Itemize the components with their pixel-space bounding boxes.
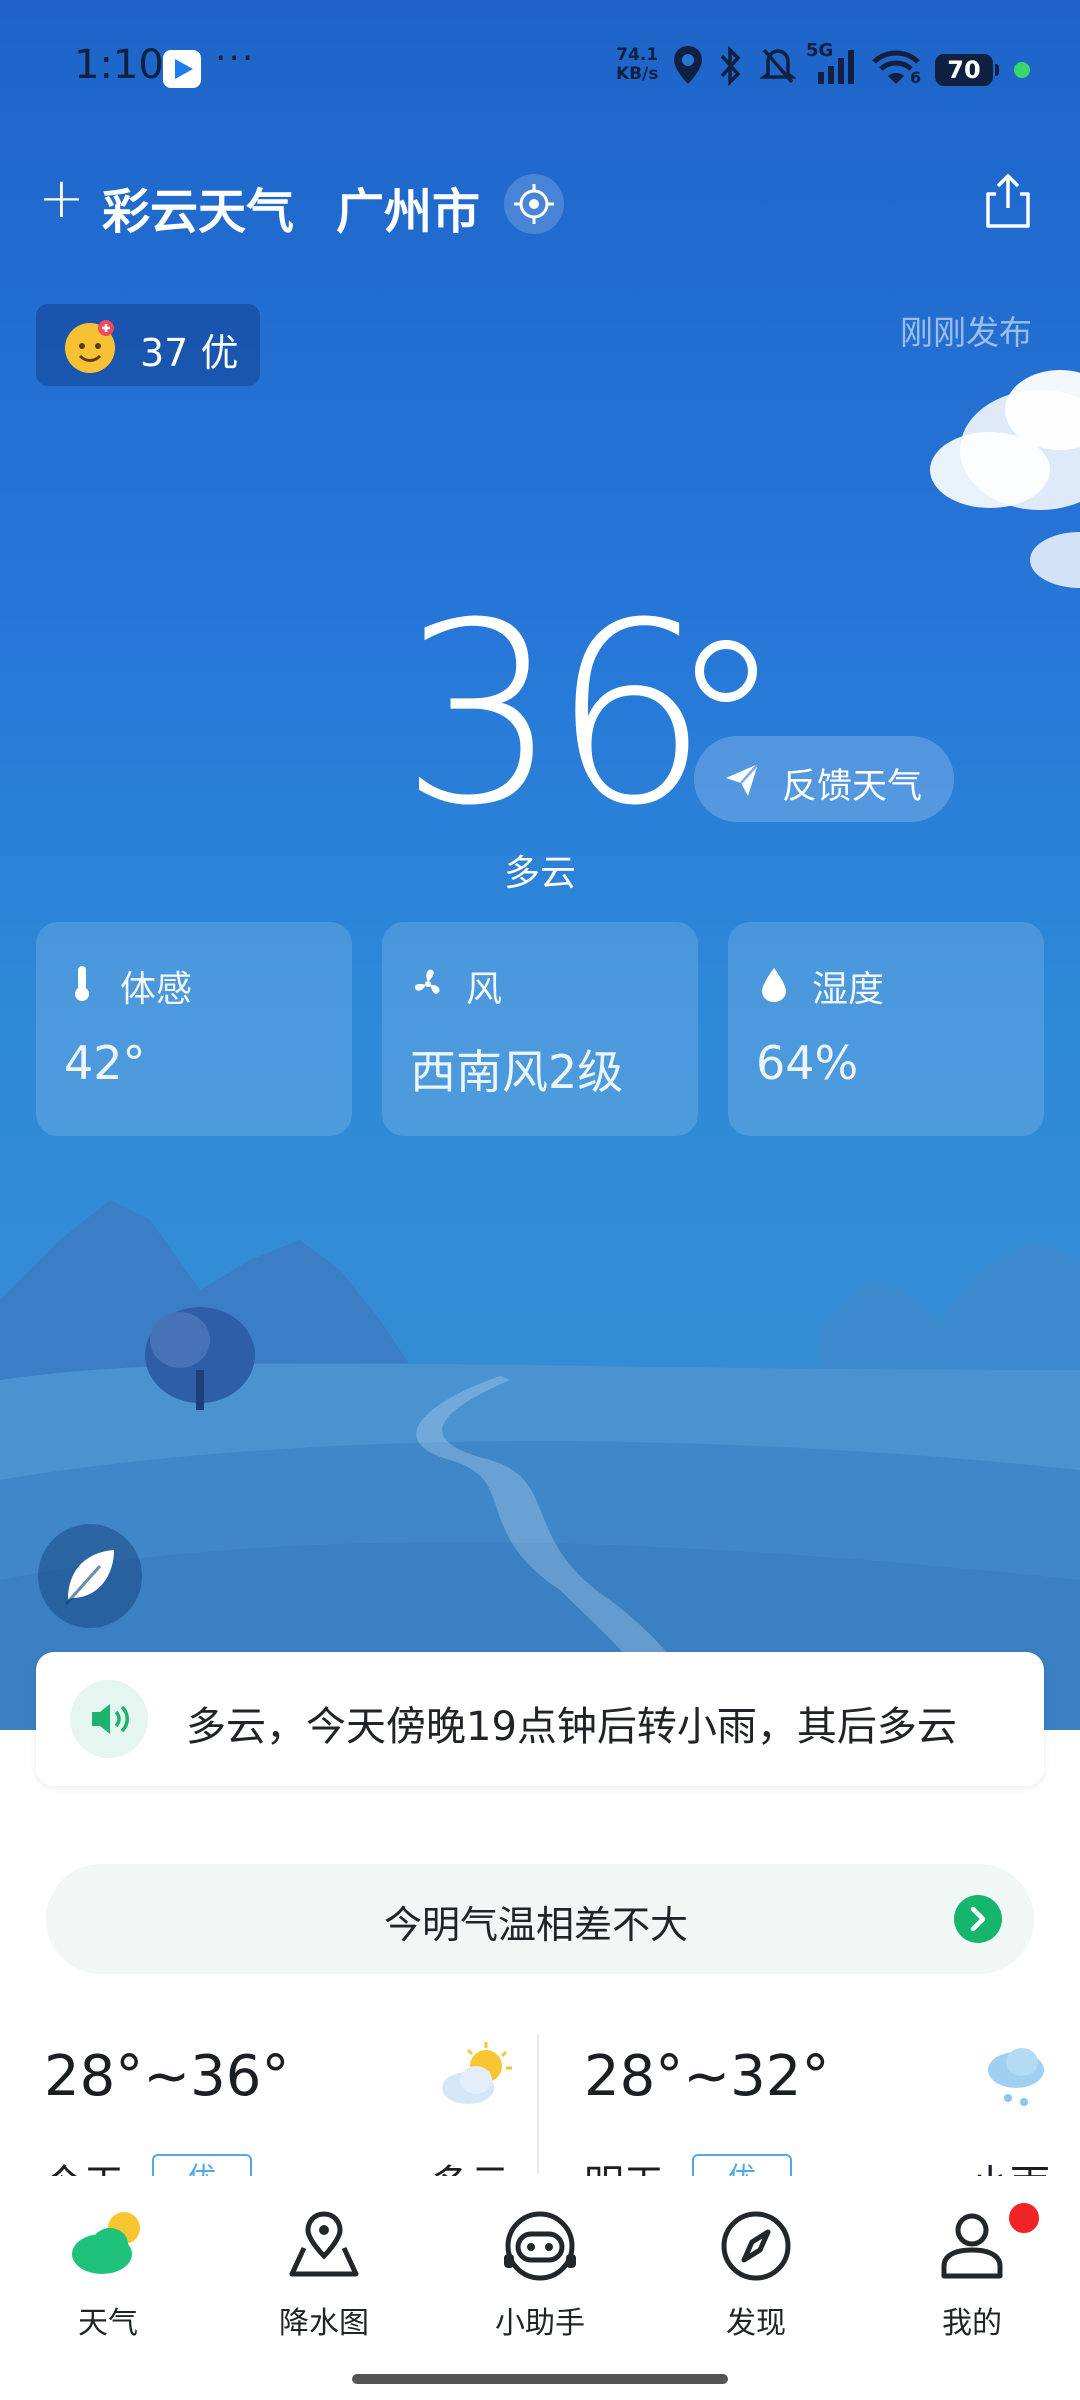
light-rain-icon: [988, 2048, 1044, 2106]
card-wind[interactable]: 风 西南风2级: [382, 922, 698, 1136]
forecast-condition: 多云: [430, 2152, 510, 2176]
partly-cloudy-icon: [442, 2042, 512, 2104]
degree-symbol: [695, 640, 757, 702]
card-feels-like[interactable]: 体感 42°: [36, 922, 352, 1136]
tab-weather[interactable]: 天气: [28, 2192, 188, 2341]
tab-assistant[interactable]: 小助手: [460, 2192, 620, 2341]
bluetooth-icon: [720, 45, 741, 87]
card-value: 64%: [756, 1036, 859, 1090]
forecast-range: 28°~36°: [44, 2044, 290, 2109]
forecast-today[interactable]: 28°~36° 今天 优 多云: [44, 2036, 534, 2176]
forecast-tomorrow[interactable]: 28°~32° 明天 优 小雨: [584, 2036, 1074, 2176]
crosshair-icon: [514, 184, 554, 224]
share-icon[interactable]: [978, 170, 1038, 234]
bottom-tab-bar: 天气 降水图 小助手 发现 我的: [0, 2176, 1080, 2400]
weather-icon: [72, 2212, 140, 2274]
tab-label: 降水图: [279, 2306, 369, 2341]
city-name[interactable]: 广州市: [336, 172, 480, 242]
card-humidity[interactable]: 湿度 64%: [728, 922, 1044, 1136]
forecast-quality-badge: 优: [152, 2154, 252, 2176]
mute-icon: [760, 48, 796, 84]
aqi-value: 37: [140, 331, 189, 375]
fan-icon: [414, 969, 440, 994]
tab-label: 小助手: [495, 2306, 585, 2341]
smiley-face-icon: [65, 320, 115, 373]
weather-broadcast[interactable]: 多云，今天傍晚19点钟后转小雨，其后多云: [36, 1652, 1044, 1786]
status-time: 1:10: [74, 42, 164, 88]
chevron-right-icon[interactable]: [954, 1895, 1002, 1943]
aqi-badge[interactable]: 37 优: [36, 304, 260, 386]
forecast-condition: 小雨: [970, 2152, 1050, 2176]
chevron-right-glyph: [970, 1906, 986, 1932]
robot-icon: [504, 2211, 576, 2281]
locate-button[interactable]: [504, 174, 564, 234]
privacy-indicator-dot: [1014, 62, 1030, 78]
add-city-icon[interactable]: +: [38, 171, 85, 227]
notification-dot: [1006, 2200, 1042, 2236]
compass-icon: [721, 2211, 791, 2281]
tab-label: 发现: [726, 2306, 786, 2341]
aqi-level: 优: [200, 331, 239, 375]
app-title: 彩云天气: [102, 184, 295, 240]
tab-label: 天气: [78, 2306, 138, 2341]
card-label: 湿度: [812, 969, 885, 1010]
compare-text: 今明气温相差不大: [383, 1903, 688, 1947]
speaker-button[interactable]: [70, 1680, 148, 1758]
app-header: + 彩云天气 广州市: [0, 160, 1080, 240]
temperature-compare-banner[interactable]: 今明气温相差不大: [46, 1864, 1034, 1974]
location-icon: [674, 46, 702, 84]
cloud-decoration: [930, 370, 1080, 588]
net-speed: 74.1 KB/s: [616, 46, 658, 84]
leaf-icon: [64, 1550, 114, 1606]
tab-discover[interactable]: 发现: [676, 2192, 836, 2341]
aqi-text: 37 优: [140, 322, 238, 377]
card-label: 风: [466, 969, 503, 1010]
net-speed-unit: KB/s: [616, 64, 659, 84]
forecast-day: 明天: [584, 2152, 664, 2176]
paper-plane-icon: [726, 763, 759, 796]
net-speed-value: 74.1: [616, 45, 659, 65]
wifi-label: 6: [910, 68, 922, 87]
landscape-illustration: [0, 1200, 1080, 1730]
forecast-range: 28°~32°: [584, 2044, 830, 2109]
feedback-weather-button[interactable]: 反馈天气: [694, 736, 954, 822]
home-indicator[interactable]: [352, 2374, 728, 2384]
status-bar: 1:10 ··· 74.1 KB/s 5G 6 70: [0, 0, 1080, 140]
leaf-button[interactable]: [38, 1524, 142, 1628]
current-temperature: 36: [400, 569, 710, 860]
more-notifications-icon: ···: [215, 38, 256, 79]
thermometer-icon: [75, 966, 89, 1001]
app-notification-icon: [163, 50, 201, 88]
user-icon: [941, 2213, 1003, 2279]
weather-hero: 1:10 ··· 74.1 KB/s 5G 6 70 + 彩云天气 广州市 37…: [0, 0, 1080, 1730]
speaker-icon: [92, 1704, 129, 1734]
water-drop-icon: [762, 968, 786, 1002]
current-condition: 多云: [503, 853, 576, 894]
card-value: 西南风2级: [410, 1045, 624, 1099]
broadcast-text: 多云，今天傍晚19点钟后转小雨，其后多云: [186, 1704, 957, 1750]
map-pin-icon: [289, 2211, 359, 2277]
card-label: 体感: [120, 969, 193, 1010]
battery-indicator: 70: [935, 54, 999, 86]
feedback-label: 反馈天气: [782, 767, 923, 807]
tab-label: 我的: [942, 2306, 1002, 2341]
cellular-signal-icon: [818, 50, 854, 84]
tab-precipitation-map[interactable]: 降水图: [244, 2192, 404, 2341]
forecast-divider: [537, 2034, 539, 2174]
tab-mine[interactable]: 我的: [892, 2192, 1052, 2341]
forecast-day: 今天: [44, 2152, 124, 2176]
forecast-quality-badge: 优: [692, 2154, 792, 2176]
card-value: 42°: [64, 1036, 146, 1090]
